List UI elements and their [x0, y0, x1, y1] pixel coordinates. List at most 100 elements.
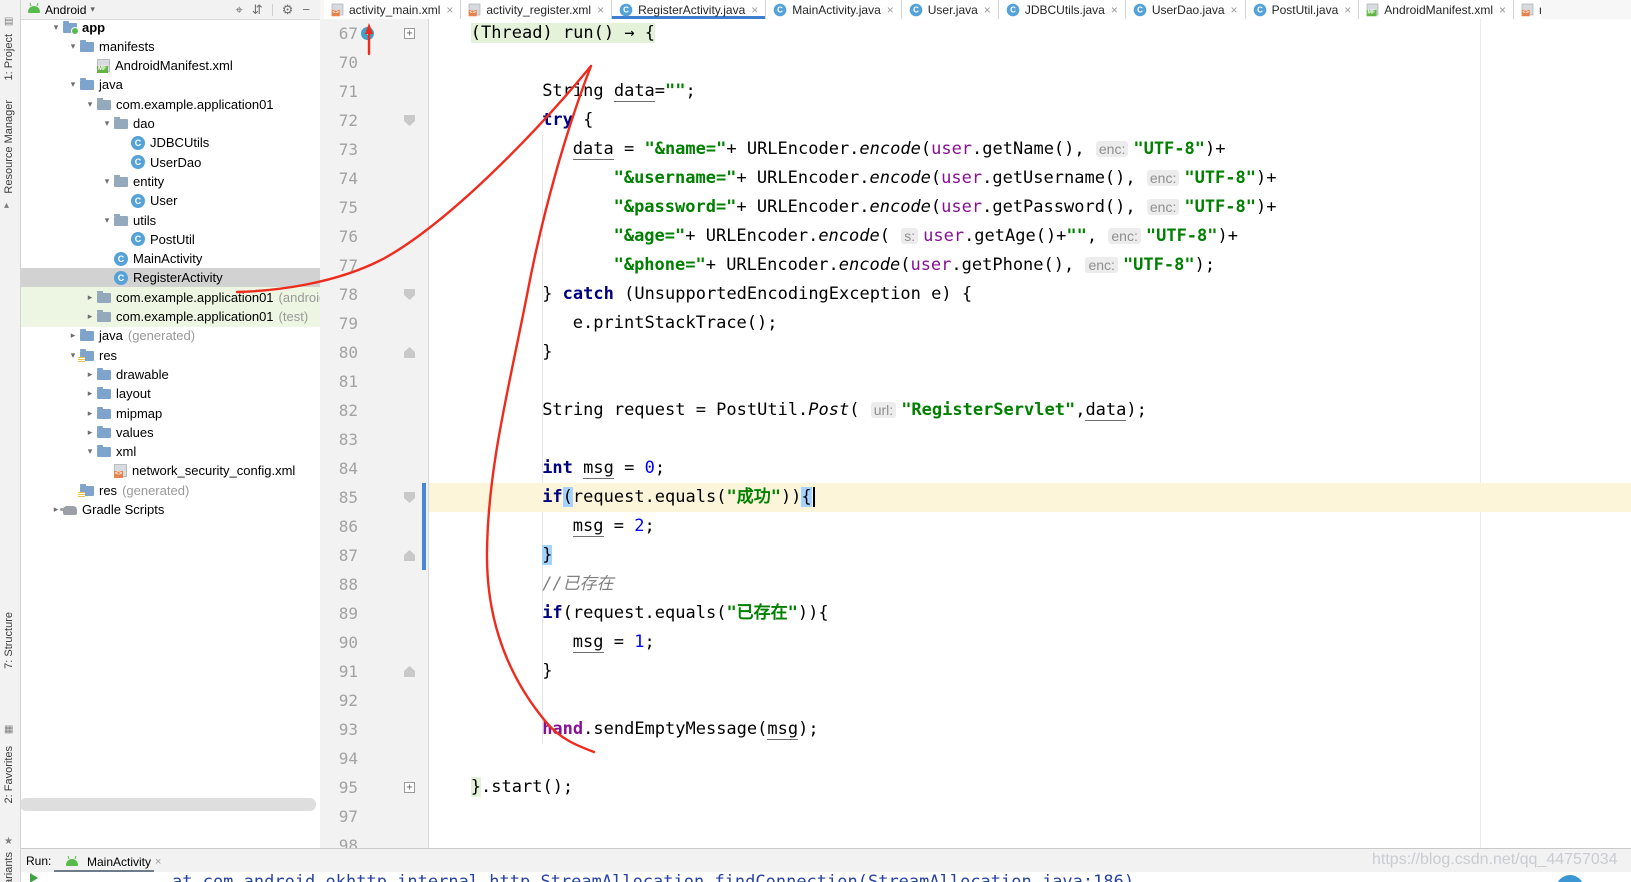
- tree-item-user[interactable]: User: [20, 191, 321, 211]
- fold-expand-icon[interactable]: +: [404, 782, 415, 793]
- locate-icon[interactable]: ⌖: [236, 3, 243, 16]
- tree-item-entity[interactable]: ▾entity: [20, 171, 321, 191]
- tree-item-com-example-application01[interactable]: ▸com.example.application01(androidTest): [20, 287, 321, 307]
- fold-open-icon[interactable]: [404, 115, 415, 126]
- chevron-collapsed-icon[interactable]: ▸: [83, 311, 97, 322]
- chevron-expanded-icon[interactable]: ▾: [100, 215, 114, 226]
- line-number: 85: [320, 483, 358, 512]
- tab-postutil-java[interactable]: PostUtil.java×: [1246, 0, 1360, 19]
- tree-item-xml[interactable]: ▾xml: [20, 442, 321, 462]
- toolwindow-button----favorites[interactable]: 2: Favorites: [3, 746, 15, 803]
- code-token: =: [655, 81, 665, 101]
- tree-item-com-example-application01[interactable]: ▸com.example.application01(test): [20, 307, 321, 327]
- tree-item-network-security-config-xml[interactable]: network_security_config.xml: [20, 461, 321, 481]
- close-icon[interactable]: ×: [155, 856, 161, 868]
- tree-item-dao[interactable]: ▾dao: [20, 114, 321, 134]
- code-token: }: [542, 342, 552, 362]
- line-number: 86: [320, 512, 358, 541]
- tree-item-java[interactable]: ▾java: [20, 75, 321, 95]
- folder-icon: [97, 389, 111, 399]
- tab-activity-register-xml[interactable]: activity_register.xml ×: [461, 0, 612, 19]
- tree-item-mainactivity[interactable]: MainActivity: [20, 249, 321, 269]
- code-editor[interactable]: 67↑+(Thread) run() → {7071String data=""…: [320, 19, 1631, 848]
- class-icon: [131, 155, 145, 169]
- toolwindow-button----structure[interactable]: 7: Structure: [3, 612, 15, 669]
- tree-item-app[interactable]: ▾app: [20, 17, 321, 37]
- stacktrace-link[interactable]: at com.android.okhttp.internal.http.Stre…: [172, 872, 1134, 882]
- fold-expand-icon[interactable]: +: [404, 28, 415, 39]
- tab-registeractivity-java[interactable]: RegisterActivity.java×: [612, 0, 766, 19]
- override-marker-icon[interactable]: ↑: [361, 27, 374, 40]
- tab-user-java[interactable]: User.java×: [902, 0, 999, 19]
- close-tab-icon[interactable]: ×: [597, 3, 604, 17]
- settings-icon[interactable]: ⚙: [282, 3, 294, 16]
- chevron-expanded-icon[interactable]: ▾: [83, 99, 97, 110]
- close-tab-icon[interactable]: ×: [1111, 3, 1118, 17]
- divider: [272, 4, 273, 16]
- tree-item-gradle-scripts[interactable]: ▸Gradle Scripts: [20, 500, 321, 520]
- tab-label: activity_register.xml: [486, 3, 591, 17]
- tree-item-mipmap[interactable]: ▸mipmap: [20, 403, 321, 423]
- tree-item-registeractivity[interactable]: RegisterActivity: [20, 268, 321, 288]
- tree-item-suffix: (generated): [122, 483, 189, 498]
- code-token: e.printStackTrace();: [573, 313, 778, 333]
- toolwindow-button-build-variants[interactable]: Build Variants: [3, 852, 15, 882]
- tree-item-postutil[interactable]: PostUtil: [20, 229, 321, 249]
- tab-userdao-java[interactable]: UserDao.java×: [1126, 0, 1246, 19]
- chevron-collapsed-icon[interactable]: ▸: [83, 292, 97, 303]
- tree-item-userdao[interactable]: UserDao: [20, 152, 321, 172]
- project-view-selector[interactable]: Android: [45, 3, 86, 17]
- close-tab-icon[interactable]: ×: [887, 3, 894, 17]
- chevron-collapsed-icon[interactable]: ▸: [66, 330, 80, 341]
- close-tab-icon[interactable]: ×: [446, 3, 453, 17]
- close-tab-icon[interactable]: ×: [1231, 3, 1238, 17]
- fold-end-icon[interactable]: [404, 347, 415, 358]
- fold-open-icon[interactable]: [404, 492, 415, 503]
- toolwindow-button----project[interactable]: 1: Project: [3, 34, 15, 80]
- tree-item-utils[interactable]: ▾utils: [20, 210, 321, 230]
- toolwindow-button-resource-manager[interactable]: Resource Manager: [3, 100, 15, 194]
- close-tab-icon[interactable]: ×: [751, 3, 758, 17]
- tree-item-manifests[interactable]: ▾manifests: [20, 36, 321, 56]
- chevron-collapsed-icon[interactable]: ▸: [83, 388, 97, 399]
- hide-icon[interactable]: −: [302, 3, 310, 16]
- chevron-expanded-icon[interactable]: ▾: [100, 118, 114, 129]
- tree-item-res[interactable]: res(generated): [20, 480, 321, 500]
- chevron-expanded-icon[interactable]: ▾: [49, 22, 63, 33]
- close-tab-icon[interactable]: ×: [1344, 3, 1351, 17]
- chevron-collapsed-icon[interactable]: ▸: [83, 408, 97, 419]
- tree-item-jdbcutils[interactable]: JDBCUtils: [20, 133, 321, 153]
- chevron-expanded-icon[interactable]: ▾: [66, 41, 80, 52]
- line-number: 90: [320, 628, 358, 657]
- collapse-all-icon[interactable]: ⇵: [252, 3, 263, 16]
- tab-mainactivity-java[interactable]: MainActivity.java×: [766, 0, 902, 19]
- tree-item-com-example-application01[interactable]: ▾com.example.application01: [20, 94, 321, 114]
- tree-item-drawable[interactable]: ▸drawable: [20, 364, 321, 384]
- tab-activity-main-xml[interactable]: activity_main.xml×: [324, 0, 461, 19]
- chevron-collapsed-icon[interactable]: ▸: [83, 427, 97, 438]
- chevron-expanded-icon[interactable]: ▾: [66, 79, 80, 90]
- code-token: {: [573, 110, 593, 130]
- tree-item-androidmanifest-xml[interactable]: AndroidManifest.xml: [20, 56, 321, 76]
- tab-androidmanifest-xml[interactable]: AndroidManifest.xml×: [1359, 0, 1514, 19]
- close-tab-icon[interactable]: ×: [1499, 3, 1506, 17]
- code-token: "UTF-8": [1123, 255, 1195, 275]
- tab-jdbcutils-java[interactable]: JDBCUtils.java ×: [999, 0, 1126, 19]
- close-tab-icon[interactable]: ×: [984, 3, 991, 17]
- fold-open-icon[interactable]: [404, 289, 415, 300]
- chevron-expanded-icon[interactable]: ▾: [83, 446, 97, 457]
- tree-item-layout[interactable]: ▸layout: [20, 384, 321, 404]
- fold-end-icon[interactable]: [404, 550, 415, 561]
- fold-end-icon[interactable]: [404, 666, 415, 677]
- tree-item-values[interactable]: ▸values: [20, 422, 321, 442]
- tree-item-label: Gradle Scripts: [82, 502, 164, 517]
- code-line-73: 73data = "&name="+ URLEncoder.encode(use…: [320, 135, 1631, 164]
- chevron-expanded-icon[interactable]: ▾: [100, 176, 114, 187]
- tree-horizontal-scrollbar[interactable]: [20, 798, 316, 811]
- tree-item-res[interactable]: ▾res: [20, 345, 321, 365]
- tab-label: JDBCUtils.java: [1025, 3, 1105, 17]
- tab-network-security-config-xml[interactable]: network_security_config.xml: [1514, 0, 1541, 19]
- chevron-collapsed-icon[interactable]: ▸: [83, 369, 97, 380]
- tree-item-java[interactable]: ▸java(generated): [20, 326, 321, 346]
- chevron-down-icon[interactable]: ▾: [90, 4, 95, 15]
